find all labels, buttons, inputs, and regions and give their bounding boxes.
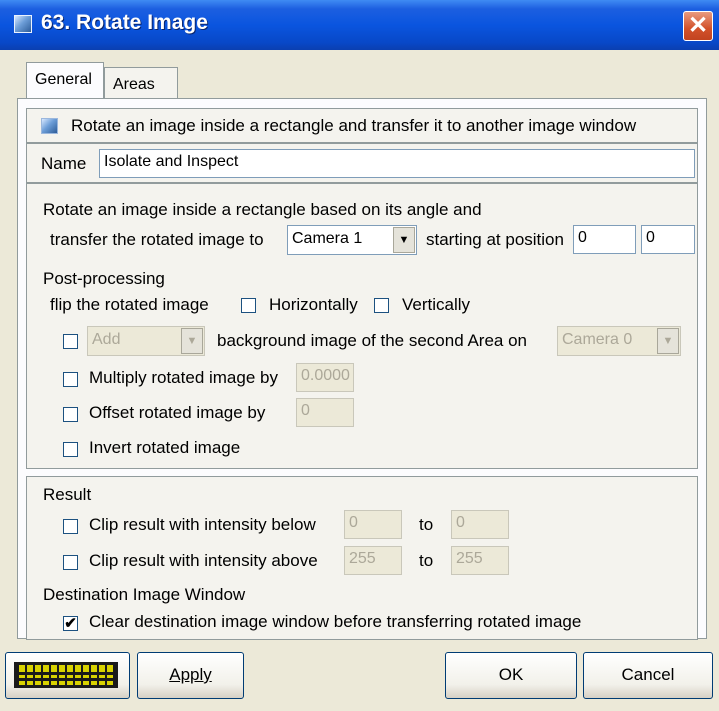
- tab-areas[interactable]: Areas: [104, 67, 178, 99]
- invert-checkbox[interactable]: [63, 442, 78, 457]
- invert-label: Invert rotated image: [89, 438, 241, 457]
- tab-general-label: General: [35, 71, 92, 88]
- close-button[interactable]: ✕: [683, 11, 713, 41]
- flip-horizontally-checkbox[interactable]: [241, 298, 256, 313]
- background-op-select[interactable]: Add ▼: [87, 326, 205, 356]
- multiply-input[interactable]: 0.0000: [296, 363, 354, 392]
- name-label: Name: [41, 154, 87, 173]
- post-processing-heading: Post-processing: [43, 269, 165, 288]
- transfer-label: transfer the rotated image to: [50, 230, 264, 249]
- clear-destination-label: Clear destination image window before tr…: [89, 612, 582, 631]
- cancel-label: Cancel: [621, 665, 675, 684]
- checkmark-icon: ✔: [64, 615, 77, 632]
- name-input[interactable]: Isolate and Inspect: [99, 149, 695, 178]
- result-panel: Result Clip result with intensity below …: [26, 476, 698, 640]
- clip-above-to-label: to: [419, 551, 434, 570]
- title-bar[interactable]: 63. Rotate Image ✕: [0, 0, 719, 50]
- tab-areas-label: Areas: [113, 76, 155, 93]
- window-title: 63. Rotate Image: [41, 11, 208, 34]
- name-panel: Name Isolate and Inspect: [26, 143, 698, 183]
- background-camera-value: Camera 0: [562, 331, 633, 348]
- clip-above-to-input[interactable]: 255: [451, 546, 509, 575]
- multiply-checkbox[interactable]: [63, 372, 78, 387]
- close-icon: ✕: [687, 12, 709, 39]
- background-camera-select[interactable]: Camera 0 ▼: [557, 326, 681, 356]
- ok-label: OK: [498, 665, 524, 684]
- position-y-input[interactable]: 0: [641, 225, 695, 254]
- flip-vertically-label: Vertically: [402, 295, 471, 314]
- clip-above-label: Clip result with intensity above: [89, 551, 318, 570]
- offset-checkbox[interactable]: [63, 407, 78, 422]
- chevron-down-icon: ▼: [181, 328, 203, 354]
- starting-position-label: starting at position: [426, 230, 564, 249]
- keyboard-button[interactable]: [5, 652, 130, 699]
- clip-below-to-input[interactable]: 0: [451, 510, 509, 539]
- description-text: Rotate an image inside a rectangle and t…: [71, 116, 637, 135]
- clip-below-from-input[interactable]: 0: [344, 510, 402, 539]
- background-label: background image of the second Area on: [217, 331, 527, 350]
- flip-horizontally-label: Horizontally: [269, 295, 358, 314]
- offset-input[interactable]: 0: [296, 398, 354, 427]
- clip-above-checkbox[interactable]: [63, 555, 78, 570]
- apply-label: Apply: [169, 665, 212, 684]
- camera-select-value: Camera 1: [292, 230, 363, 247]
- chevron-down-icon: ▼: [657, 328, 679, 354]
- rotate-panel: Rotate an image inside a rectangle based…: [26, 183, 698, 469]
- clip-above-from-input[interactable]: 255: [344, 546, 402, 575]
- position-x-input[interactable]: 0: [573, 225, 636, 254]
- flip-label: flip the rotated image: [50, 295, 209, 314]
- multiply-label: Multiply rotated image by: [89, 368, 278, 387]
- dialog-window: 63. Rotate Image ✕ General Areas Rotate …: [0, 0, 719, 711]
- offset-label: Offset rotated image by: [89, 403, 266, 422]
- cancel-button[interactable]: Cancel: [583, 652, 713, 699]
- ok-button[interactable]: OK: [445, 652, 577, 699]
- apply-button[interactable]: Apply: [137, 652, 244, 699]
- result-heading: Result: [43, 485, 92, 504]
- keyboard-icon: [14, 662, 118, 688]
- background-op-value: Add: [92, 331, 121, 348]
- chevron-down-icon: ▼: [393, 227, 415, 253]
- camera-select[interactable]: Camera 1 ▼: [287, 225, 417, 255]
- rotate-description-1: Rotate an image inside a rectangle based…: [43, 200, 482, 219]
- clip-below-label: Clip result with intensity below: [89, 515, 316, 534]
- image-icon: [41, 118, 58, 134]
- clear-destination-checkbox[interactable]: ✔: [63, 616, 78, 631]
- tab-general[interactable]: General: [26, 62, 104, 98]
- background-checkbox[interactable]: [63, 334, 78, 349]
- description-panel: Rotate an image inside a rectangle and t…: [26, 108, 698, 143]
- destination-heading: Destination Image Window: [43, 585, 246, 604]
- flip-vertically-checkbox[interactable]: [374, 298, 389, 313]
- clip-below-checkbox[interactable]: [63, 519, 78, 534]
- image-icon: [14, 15, 32, 33]
- clip-below-to-label: to: [419, 515, 434, 534]
